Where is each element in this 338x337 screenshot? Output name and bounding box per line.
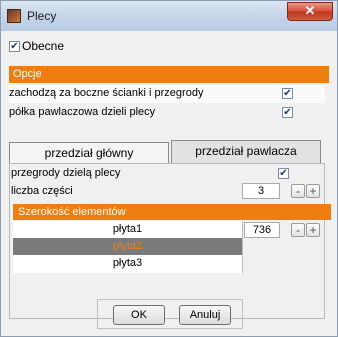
list-item[interactable]: płyta1 xyxy=(13,221,242,238)
option-row: półka pawlaczowa dzieli plecy ✔ xyxy=(9,104,325,122)
option-checkbox[interactable]: ✔ xyxy=(282,107,293,118)
list-item[interactable]: płyta3 xyxy=(13,255,242,272)
option-row: zachodzą za boczne ścianki i przegrody ✔ xyxy=(9,85,325,103)
width-increment-button[interactable]: + xyxy=(306,223,320,237)
cancel-button[interactable]: Anuluj xyxy=(179,305,231,325)
option-label: zachodzą za boczne ścianki i przegrody xyxy=(9,87,204,99)
option-checkbox[interactable]: ✔ xyxy=(282,88,293,99)
window-title: Plecy xyxy=(27,9,57,23)
width-decrement-button[interactable]: - xyxy=(291,223,305,237)
list-item-selected[interactable]: płyta2 xyxy=(13,238,242,255)
liczba-czesci-label: liczba części xyxy=(11,185,73,197)
decrement-button[interactable]: - xyxy=(291,184,305,198)
szerokosc-header: Szerokość elementów xyxy=(13,204,331,220)
liczba-czesci-input[interactable]: 3 xyxy=(242,183,280,199)
przegrody-checkbox[interactable]: ✔ xyxy=(278,168,289,179)
close-button[interactable]: ✕ xyxy=(287,2,333,21)
przegrody-label: przegrody dzielą plecy xyxy=(11,167,121,179)
increment-button[interactable]: + xyxy=(306,184,320,198)
app-icon xyxy=(7,9,21,23)
obecne-label: Obecne xyxy=(22,39,65,53)
title-bar: Plecy ✕ xyxy=(1,1,337,31)
option-label: półka pawlaczowa dzieli plecy xyxy=(9,106,156,118)
elements-list: płyta1 płyta2 płyta3 xyxy=(13,221,243,273)
width-value-input[interactable]: 736 xyxy=(244,222,280,238)
opcje-header: Opcje xyxy=(9,66,329,83)
obecne-checkbox[interactable]: ✔ xyxy=(9,41,20,52)
tab-przedzial-pawlacza[interactable]: przedział pawlacza xyxy=(171,140,321,164)
ok-button[interactable]: OK xyxy=(113,305,165,325)
dialog-window: Plecy ✕ ✔ Obecne Opcje zachodzą za boczn… xyxy=(0,0,338,337)
tab-przedzial-glowny[interactable]: przedział główny xyxy=(9,142,169,164)
